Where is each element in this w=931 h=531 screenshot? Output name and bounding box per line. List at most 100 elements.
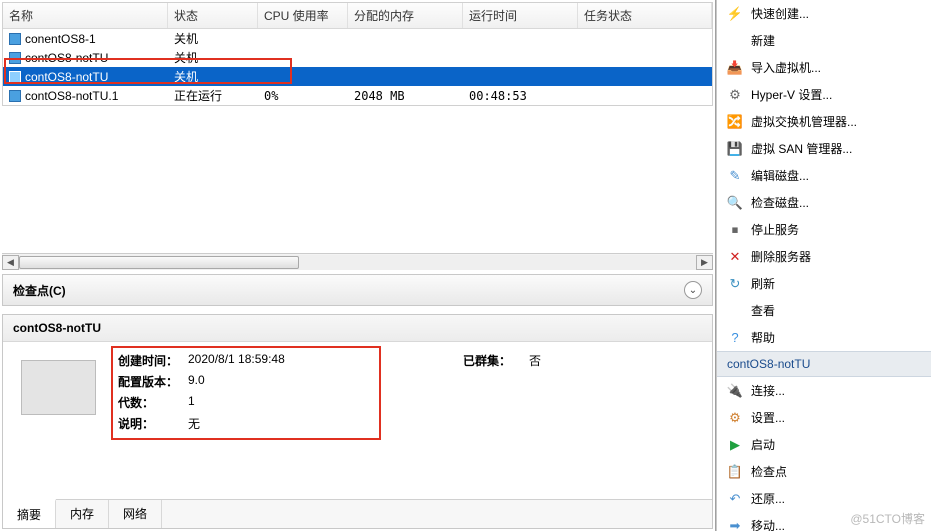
table-row[interactable]: contOS8-notTU 关机 [3,67,712,86]
vm-cpu [258,38,348,40]
action-label: 新建 [751,32,775,49]
main-panel: 名称 状态 CPU 使用率 分配的内存 运行时间 任务状态 conentOS8-… [0,0,716,531]
col-task[interactable]: 任务状态 [578,3,712,28]
horizontal-scrollbar[interactable]: ◀ ▶ [2,253,713,270]
action-label: 检查点 [751,463,787,480]
action-label: 启动 [751,436,775,453]
action-item[interactable]: 新建 [717,27,931,54]
table-row[interactable]: conentOS8-1关机 [3,29,712,48]
action-label: 设置... [751,409,785,426]
action-icon: 🔀 [727,114,743,130]
vm-name: contOS8-notTU [25,70,108,84]
vm-task [578,38,712,40]
action-icon: ➡ [727,518,743,531]
gen-label: 代数： [118,394,188,411]
scroll-thumb[interactable] [19,256,299,269]
col-time[interactable]: 运行时间 [463,3,578,28]
checkpoint-header[interactable]: 检查点(C) ⌄ [2,274,713,306]
tab-memory[interactable]: 内存 [56,500,109,528]
col-state[interactable]: 状态 [168,3,258,28]
action-icon: ⏹ [727,222,743,238]
chevron-down-icon[interactable]: ⌄ [684,281,702,299]
action-item[interactable]: 查看 [717,297,931,324]
scroll-track[interactable] [19,255,696,270]
col-cpu[interactable]: CPU 使用率 [258,3,348,28]
action-item[interactable]: 💾虚拟 SAN 管理器... [717,135,931,162]
action-item[interactable]: 📥 导入虚拟机... [717,54,931,81]
action-item[interactable]: ↶ 还原... [717,485,931,512]
action-item[interactable]: 🔌 连接... [717,377,931,404]
action-item[interactable]: ?帮助 [717,324,931,351]
action-item[interactable]: 🔀 虚拟交换机管理器... [717,108,931,135]
action-icon [727,303,743,319]
action-label: 检查磁盘... [751,194,809,211]
details-kv: 创建时间：2020/8/1 18:59:48 配置版本：9.0 代数：1 说明：… [118,352,285,436]
action-icon: ? [727,330,743,346]
action-label: 还原... [751,490,785,507]
action-item[interactable]: ➡移动... [717,512,931,531]
action-label: 虚拟交换机管理器... [751,113,857,130]
action-item[interactable]: ⏹ 停止服务 [717,216,931,243]
actions-general: ⚡快速创建... 新建 📥 导入虚拟机... ⚙ Hyper-V 设置... 🔀 虚拟交换机管… [717,0,931,351]
action-label: 虚拟 SAN 管理器... [751,140,852,157]
checkpoint-label: 检查点(C) [13,282,66,299]
action-item[interactable]: ↻刷新 [717,270,931,297]
action-item[interactable]: ⚙ Hyper-V 设置... [717,81,931,108]
action-icon: ↻ [727,276,743,292]
col-name[interactable]: 名称 [3,3,168,28]
scroll-right-button[interactable]: ▶ [696,255,713,270]
action-icon: ▶ [727,437,743,453]
action-item[interactable]: ✎ 编辑磁盘... [717,162,931,189]
col-mem[interactable]: 分配的内存 [348,3,463,28]
action-icon: ✕ [727,249,743,265]
cluster-kv: 已群集： 否 [463,352,541,369]
tab-summary[interactable]: 摘要 [3,499,56,528]
action-item[interactable]: ⚡快速创建... [717,0,931,27]
details-body: 创建时间：2020/8/1 18:59:48 配置版本：9.0 代数：1 说明：… [3,342,712,499]
action-label: 停止服务 [751,221,799,238]
vm-task [578,76,712,78]
action-icon: 📋 [727,464,743,480]
vm-state: 关机 [168,67,258,86]
vm-mem [348,57,463,59]
gen-value: 1 [188,394,195,411]
action-label: 导入虚拟机... [751,59,821,76]
action-item[interactable]: ⚙设置... [717,404,931,431]
action-icon: ✎ [727,168,743,184]
vm-cpu [258,76,348,78]
vm-list: 名称 状态 CPU 使用率 分配的内存 运行时间 任务状态 conentOS8-… [2,2,713,106]
vm-time: 00:48:53 [463,88,578,104]
vm-list-body: conentOS8-1关机contOS8-notTU关机contOS8-notT… [3,29,712,105]
vm-task [578,57,712,59]
action-icon: 🔌 [727,383,743,399]
action-item[interactable]: 📋 检查点 [717,458,931,485]
table-row[interactable]: contOS8-notTU.1正在运行0%2048 MB00:48:53 [3,86,712,105]
tab-network[interactable]: 网络 [109,500,162,528]
actions-vm: 🔌连接...⚙设置...▶启动📋检查点↶还原...➡移动...📤导出... [717,377,931,531]
vm-mem [348,38,463,40]
action-icon: ↶ [727,491,743,507]
action-label: 删除服务器 [751,248,811,265]
vm-group-header: contOS8-notTU [717,351,931,377]
action-icon: ⚙ [727,87,743,103]
action-label: 编辑磁盘... [751,167,809,184]
created-label: 创建时间： [118,352,188,369]
action-label: 快速创建... [751,5,809,22]
action-item[interactable]: ▶ 启动 [717,431,931,458]
vm-mem: 2048 MB [348,88,463,104]
vm-mem [348,76,463,78]
action-item[interactable]: ✕ 删除服务器 [717,243,931,270]
action-item[interactable]: 🔍检查磁盘... [717,189,931,216]
version-value: 9.0 [188,373,205,390]
action-label: 连接... [751,382,785,399]
vm-state: 关机 [168,29,258,48]
table-row[interactable]: contOS8-notTU关机 [3,48,712,67]
created-value: 2020/8/1 18:59:48 [188,352,285,369]
vm-time [463,76,578,78]
scroll-left-button[interactable]: ◀ [2,255,19,270]
action-icon: 📥 [727,60,743,76]
version-label: 配置版本： [118,373,188,390]
vm-icon [9,52,21,64]
action-label: Hyper-V 设置... [751,86,832,103]
vm-thumbnail [21,360,96,415]
